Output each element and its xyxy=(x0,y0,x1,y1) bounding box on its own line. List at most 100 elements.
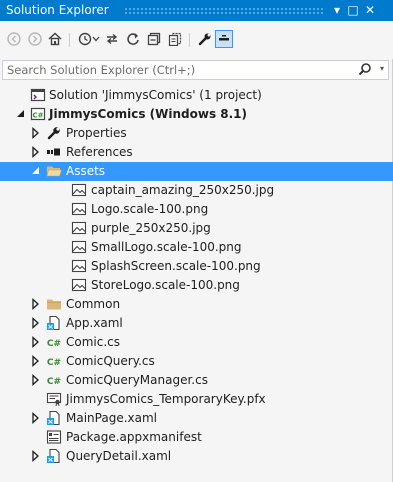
folder-open-icon xyxy=(46,166,62,177)
search-input[interactable] xyxy=(7,62,347,78)
refresh-button[interactable] xyxy=(124,30,142,48)
certificate-icon xyxy=(46,392,62,407)
show-all-files-button[interactable] xyxy=(166,30,184,48)
tree-item-label: StoreLogo.scale-100.png xyxy=(91,278,240,292)
properties-button[interactable] xyxy=(196,30,214,48)
collapsed-arrow-icon[interactable] xyxy=(31,412,41,424)
back-icon xyxy=(7,32,21,46)
tree-item-properties[interactable]: Properties xyxy=(0,124,393,143)
xaml-file-icon xyxy=(47,410,60,426)
svg-text:C#: C# xyxy=(47,358,61,368)
xaml-file-icon xyxy=(47,315,60,331)
tree-item-label: captain_amazing_250x250.jpg xyxy=(91,183,275,197)
tree-item-querydetail-xaml[interactable]: QueryDetail.xaml xyxy=(0,447,393,466)
tree-item-comic-cs[interactable]: C# Comic.cs xyxy=(0,333,393,352)
expanded-arrow-icon[interactable] xyxy=(31,165,41,177)
toolbar-separator xyxy=(69,33,70,47)
svg-text:C#: C# xyxy=(32,112,43,120)
collapsed-arrow-icon[interactable] xyxy=(31,298,41,310)
tree-item-label: MainPage.xaml xyxy=(66,411,157,425)
tree-item-label: JimmysComics_TemporaryKey.pfx xyxy=(66,392,266,406)
tree-item-label: SplashScreen.scale-100.png xyxy=(91,259,261,273)
tree-item-asset-file[interactable]: StoreLogo.scale-100.png xyxy=(0,276,393,295)
solution-explorer-window: Solution Explorer ▾ □ ✕ Search Solution … xyxy=(0,0,393,482)
tree-item-asset-file[interactable]: Logo.scale-100.png xyxy=(0,200,393,219)
manifest-icon xyxy=(46,430,62,444)
sync-with-active-document-button[interactable] xyxy=(103,30,121,48)
show-all-files-icon xyxy=(168,32,182,46)
collapsed-arrow-icon[interactable] xyxy=(31,450,41,462)
tree-item-assets[interactable]: Assets xyxy=(0,162,393,181)
tree-item-label: QueryDetail.xaml xyxy=(66,449,172,463)
clock-filter-icon xyxy=(78,32,92,46)
tree-item-solution[interactable]: Solution 'JimmysComics' (1 project) xyxy=(0,86,393,105)
tree-item-label: SmallLogo.scale-100.png xyxy=(91,240,242,254)
tree-item-label: Assets xyxy=(66,164,106,178)
home-icon xyxy=(48,32,62,46)
tree-item-app-xaml[interactable]: App.xaml xyxy=(0,314,393,333)
tree-item-asset-file[interactable]: SmallLogo.scale-100.png xyxy=(0,238,393,257)
tree-item-label: Logo.scale-100.png xyxy=(91,202,209,216)
collapse-all-icon xyxy=(147,32,161,46)
collapsed-arrow-icon[interactable] xyxy=(31,317,41,329)
tree-item-asset-file[interactable]: captain_amazing_250x250.jpg xyxy=(0,181,393,200)
tree-item-comicquerymanager-cs[interactable]: C# ComicQueryManager.cs xyxy=(0,371,393,390)
tree-item-asset-file[interactable]: SplashScreen.scale-100.png xyxy=(0,257,393,276)
csharp-file-icon: C# xyxy=(47,339,61,349)
tree-item-label: Solution 'JimmysComics' (1 project) xyxy=(49,88,262,102)
tree-item-label: JimmysComics (Windows 8.1) xyxy=(49,107,248,121)
tree-item-mainpage-xaml[interactable]: MainPage.xaml xyxy=(0,409,393,428)
preview-pin-icon xyxy=(219,35,229,41)
tree-item-label: Package.appxmanifest xyxy=(66,430,202,444)
search-options-dropdown-icon[interactable]: ▾ xyxy=(380,64,384,73)
search-icon[interactable] xyxy=(358,62,372,78)
solution-icon xyxy=(30,88,46,102)
xaml-file-icon xyxy=(47,448,60,464)
collapsed-arrow-icon[interactable] xyxy=(31,374,41,386)
collapsed-arrow-icon[interactable] xyxy=(31,127,41,139)
tree-item-temporary-key[interactable]: JimmysComics_TemporaryKey.pfx xyxy=(0,390,393,409)
tree-item-label: ComicQueryManager.cs xyxy=(66,373,208,387)
drag-grip[interactable] xyxy=(124,7,325,14)
collapsed-arrow-icon[interactable] xyxy=(31,146,41,158)
tree-item-project[interactable]: C# JimmysComics (Windows 8.1) xyxy=(0,105,393,124)
image-file-icon xyxy=(71,278,87,292)
image-file-icon xyxy=(71,221,87,235)
wrench-icon xyxy=(47,127,60,140)
sync-arrows-icon xyxy=(106,33,118,45)
tree-item-common[interactable]: Common xyxy=(0,295,393,314)
tree-item-references[interactable]: References xyxy=(0,143,393,162)
collapsed-arrow-icon[interactable] xyxy=(31,355,41,367)
toolbar xyxy=(0,21,393,59)
home-button[interactable] xyxy=(46,30,64,48)
image-file-icon xyxy=(71,183,87,197)
back-button[interactable] xyxy=(5,30,23,48)
toolbar-separator xyxy=(189,33,190,47)
tree-item-label: App.xaml xyxy=(66,316,123,330)
csharp-project-icon: C# xyxy=(30,107,46,121)
image-file-icon xyxy=(71,240,87,254)
tree-item-label: Comic.cs xyxy=(66,335,121,349)
maximize-icon[interactable]: □ xyxy=(345,2,361,18)
tree-item-label: References xyxy=(66,145,133,159)
close-icon[interactable]: ✕ xyxy=(362,2,378,18)
preview-selected-items-button[interactable] xyxy=(215,30,233,48)
collapsed-arrow-icon[interactable] xyxy=(31,336,41,348)
image-file-icon xyxy=(71,259,87,273)
search-box[interactable]: ▾ xyxy=(2,60,389,80)
wrench-icon xyxy=(198,33,211,46)
svg-text:C#: C# xyxy=(47,377,61,387)
collapse-all-button[interactable] xyxy=(145,30,163,48)
csharp-file-icon: C# xyxy=(47,377,61,387)
references-icon xyxy=(47,148,60,156)
window-position-dropdown-icon[interactable]: ▾ xyxy=(329,2,345,18)
tree-item-asset-file[interactable]: purple_250x250.jpg xyxy=(0,219,393,238)
filter-dropdown-button[interactable] xyxy=(91,30,101,48)
tree-item-package-manifest[interactable]: Package.appxmanifest xyxy=(0,428,393,447)
title-bar[interactable]: Solution Explorer ▾ □ ✕ xyxy=(0,0,393,21)
forward-button[interactable] xyxy=(26,30,44,48)
tree-item-label: purple_250x250.jpg xyxy=(91,221,211,235)
expanded-arrow-icon[interactable] xyxy=(16,108,26,120)
tree-item-comicquery-cs[interactable]: C# ComicQuery.cs xyxy=(0,352,393,371)
svg-text:C#: C# xyxy=(47,339,61,349)
